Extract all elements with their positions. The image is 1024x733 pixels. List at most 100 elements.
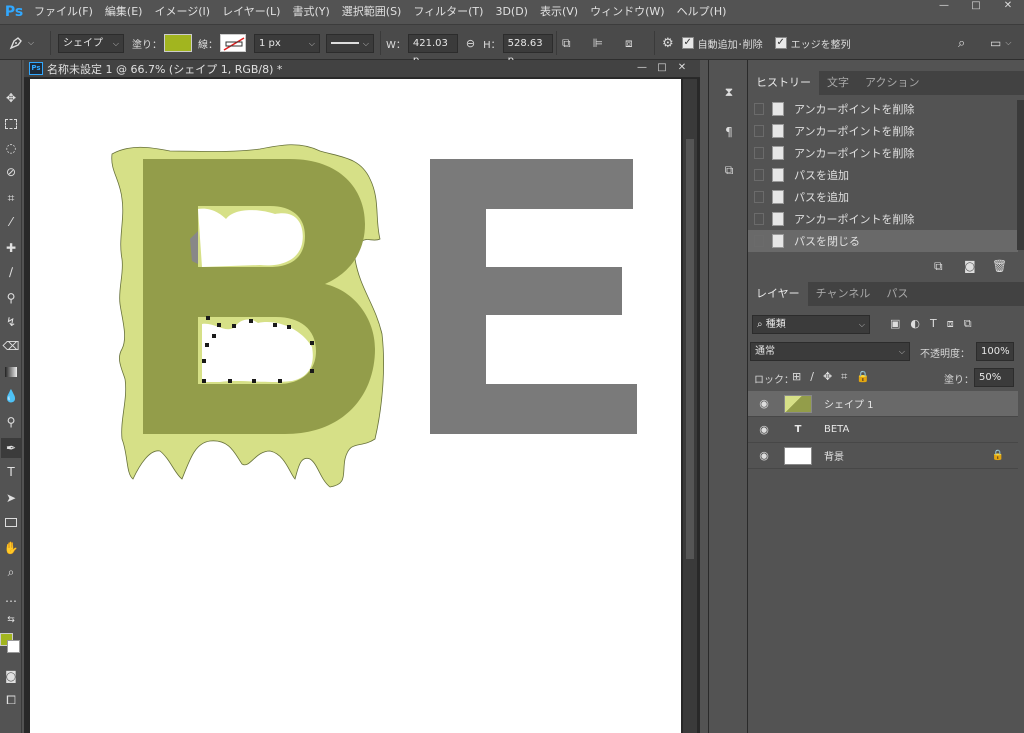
scrollbar-thumb[interactable] (686, 139, 694, 559)
history-panel-icon[interactable]: ⧗ (715, 80, 743, 104)
lasso-tool-icon[interactable]: ◌ (1, 138, 21, 158)
gear-icon[interactable]: ⚙ (662, 36, 674, 51)
history-scrollbar[interactable] (1017, 100, 1024, 250)
eraser-tool-icon[interactable]: ⌫ (1, 336, 21, 356)
path-alignment-icon[interactable]: ⊫ (593, 36, 603, 50)
eye-icon[interactable]: ◉ (756, 449, 772, 462)
lock-artboard-icon[interactable]: ⌗ (841, 370, 847, 384)
pen-tool-preset[interactable]: ⌵ (8, 33, 34, 53)
menu-3d[interactable]: 3D(D) (489, 0, 534, 24)
adjustment-filter-icon[interactable]: ◐ (910, 317, 920, 331)
tool-mode-select[interactable]: シェイプ ⌵ (58, 33, 124, 53)
tab-paths[interactable]: パス (878, 282, 916, 306)
height-field[interactable]: 528.63 p (502, 33, 553, 66)
search-icon[interactable]: ⌕ (958, 36, 965, 51)
lock-all-icon[interactable]: 🔒 (856, 370, 870, 384)
lock-position-icon[interactable]: ✥ (823, 370, 832, 384)
tab-character[interactable]: 文字 (819, 71, 857, 95)
history-brush-tool-icon[interactable]: ↯ (1, 312, 21, 332)
blend-mode-select[interactable]: 通常 ⌵ (750, 342, 910, 361)
menu-type[interactable]: 書式(Y) (286, 0, 335, 24)
eyedropper-tool-icon[interactable]: ⁄ (1, 212, 21, 232)
canvas[interactable] (30, 79, 681, 733)
marquee-tool-icon[interactable] (1, 114, 21, 134)
doc-close-button[interactable]: ✕ (672, 62, 692, 73)
stroke-type-select[interactable]: ⌵ (326, 33, 374, 53)
paragraph-panel-icon[interactable]: ¶ (715, 120, 743, 144)
layer-row-text[interactable]: ◉ T BETA (748, 417, 1018, 443)
minimize-button[interactable]: — (929, 0, 959, 14)
workspace-icon[interactable]: ▭ (990, 36, 1001, 50)
history-item[interactable]: アンカーポイントを削除 (748, 120, 1018, 142)
align-edges-checkbox[interactable]: ✓ (774, 37, 787, 49)
path-operations-icon[interactable]: ⧉ (562, 36, 571, 51)
fill-swatch[interactable] (164, 34, 192, 52)
new-document-from-state-icon[interactable]: ⧉ (934, 259, 943, 274)
path-arrangement-icon[interactable]: ⧈ (625, 36, 633, 51)
lock-transparent-icon[interactable]: ⊞ (792, 370, 801, 384)
image-filter-icon[interactable]: ▣ (890, 317, 900, 331)
document-tab[interactable]: Ps 名称未設定 1 @ 66.7% (シェイプ 1, RGB/8) * — □… (24, 60, 700, 78)
properties-panel-icon[interactable]: ⧉ (715, 158, 743, 182)
path-select-tool-icon[interactable]: ➤ (1, 488, 21, 508)
swap-colors-icon[interactable]: ⇆ (1, 610, 21, 630)
menu-file[interactable]: ファイル(F) (28, 0, 99, 24)
background-color-swatch[interactable] (7, 640, 20, 653)
layer-row-background[interactable]: ◉ 背景 🔒 (748, 443, 1018, 469)
lock-pixels-icon[interactable]: ∕ (810, 370, 814, 384)
close-button[interactable]: ✕ (993, 0, 1023, 14)
eye-icon[interactable]: ◉ (756, 397, 772, 410)
healing-brush-tool-icon[interactable]: ✚ (1, 238, 21, 258)
type-filter-icon[interactable]: T (930, 317, 937, 331)
menu-view[interactable]: 表示(V) (534, 0, 584, 24)
menu-help[interactable]: ヘルプ(H) (671, 0, 733, 24)
gradient-tool-icon[interactable] (1, 362, 21, 382)
auto-add-delete-checkbox[interactable]: ✓ (681, 37, 694, 49)
quick-select-tool-icon[interactable]: ⊘ (1, 162, 21, 182)
history-item[interactable]: パスを追加 (748, 186, 1018, 208)
clone-stamp-tool-icon[interactable]: ⚲ (1, 288, 21, 308)
menu-select[interactable]: 選択範囲(S) (336, 0, 408, 24)
screen-mode-icon[interactable]: ⧠ (1, 690, 21, 710)
history-item[interactable]: アンカーポイントを削除 (748, 98, 1018, 120)
hand-tool-icon[interactable]: ✋ (1, 538, 21, 558)
history-item-current[interactable]: パスを閉じる (748, 230, 1018, 252)
zoom-tool-icon[interactable]: ⌕ (1, 562, 21, 582)
eye-icon[interactable]: ◉ (756, 423, 772, 436)
menu-layer[interactable]: レイヤー(L) (216, 0, 286, 24)
history-item[interactable]: アンカーポイントを削除 (748, 142, 1018, 164)
menu-image[interactable]: イメージ(I) (148, 0, 216, 24)
link-icon[interactable]: ⊖ (466, 37, 475, 50)
menu-window[interactable]: ウィンドウ(W) (584, 0, 670, 24)
tab-history[interactable]: ヒストリー (748, 71, 819, 95)
crop-tool-icon[interactable]: ⌗ (1, 188, 21, 208)
history-item[interactable]: パスを追加 (748, 164, 1018, 186)
pen-tool-icon[interactable]: ✒ (1, 438, 21, 458)
move-tool-icon[interactable]: ✥ (1, 88, 21, 108)
fill-field[interactable]: 50% (974, 368, 1014, 387)
menu-edit[interactable]: 編集(E) (99, 0, 149, 24)
type-tool-icon[interactable]: T (1, 462, 21, 482)
stroke-swatch[interactable] (220, 34, 246, 52)
width-field[interactable]: 421.03 p (407, 33, 458, 66)
doc-minimize-button[interactable]: — (632, 62, 652, 73)
history-item[interactable]: アンカーポイントを削除 (748, 208, 1018, 230)
quick-mask-icon[interactable]: ◙ (1, 666, 21, 686)
smart-object-filter-icon[interactable]: ⧉ (964, 317, 972, 331)
dodge-tool-icon[interactable]: ⚲ (1, 412, 21, 432)
shape-filter-icon[interactable]: ⧈ (947, 317, 954, 331)
camera-icon[interactable]: ◙ (964, 259, 976, 273)
layer-row-shape[interactable]: ◉ シェイプ 1 (748, 391, 1018, 417)
maximize-button[interactable]: □ (961, 0, 991, 14)
tab-layers[interactable]: レイヤー (748, 282, 808, 306)
stroke-width-field[interactable]: 1 px ⌵ (254, 33, 320, 53)
menu-filter[interactable]: フィルター(T) (407, 0, 489, 24)
doc-maximize-button[interactable]: □ (652, 62, 672, 73)
tab-channels[interactable]: チャンネル (808, 282, 879, 306)
tab-actions[interactable]: アクション (857, 71, 927, 95)
opacity-field[interactable]: 100% (976, 342, 1014, 361)
trash-icon[interactable]: 🗑 (992, 259, 1007, 273)
canvas-vertical-scrollbar[interactable] (683, 79, 697, 733)
more-tools-icon[interactable]: … (1, 588, 21, 608)
layer-filter-select[interactable]: ⌕ 種類 ⌵ (752, 315, 870, 334)
